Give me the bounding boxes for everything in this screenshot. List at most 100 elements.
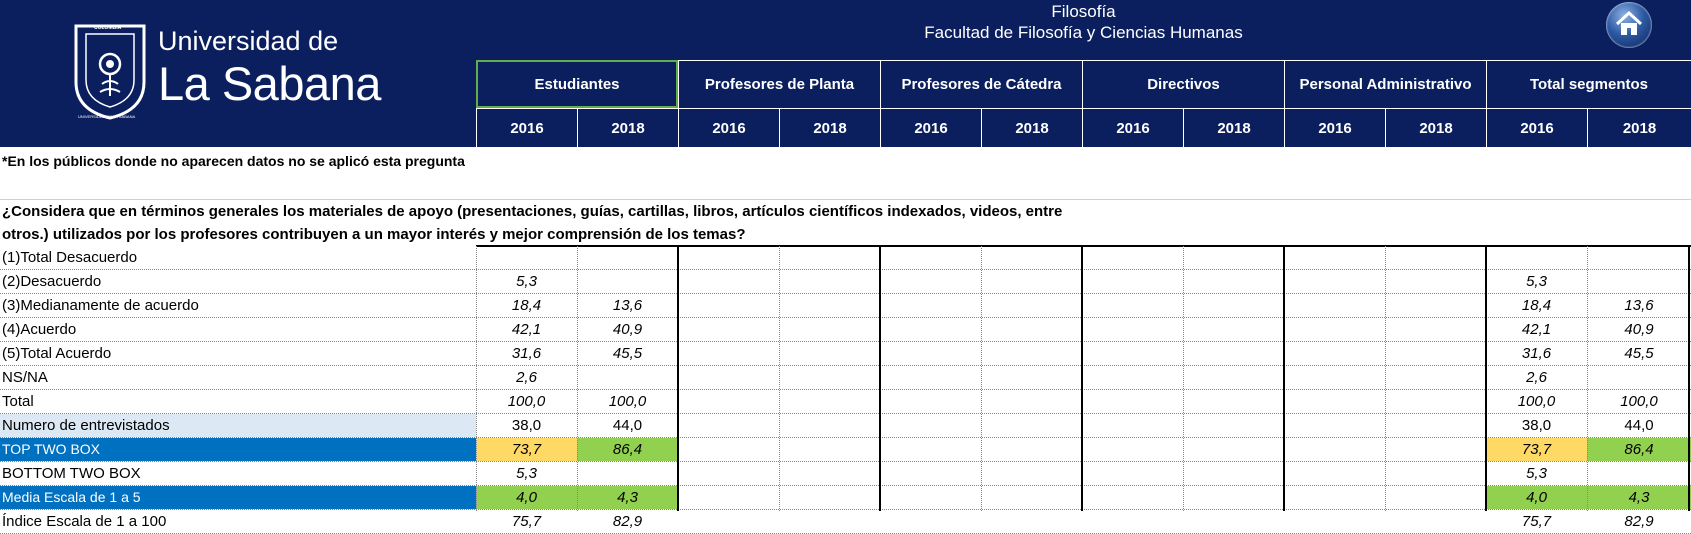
value-cell-est18[interactable] bbox=[577, 462, 678, 485]
value-cell-tot16[interactable]: 38,0 bbox=[1486, 414, 1587, 437]
value-cell-est18[interactable]: 45,5 bbox=[577, 342, 678, 365]
value-cell-est16[interactable]: 73,7 bbox=[476, 438, 577, 461]
value-cell-est18[interactable]: 4,3 bbox=[577, 486, 678, 509]
year-header-cell[interactable]: 2018 bbox=[981, 108, 1082, 147]
year-header-cell[interactable]: 2016 bbox=[880, 108, 981, 147]
question-line-2: otros.) utilizados por los profesores co… bbox=[2, 226, 746, 243]
row-label[interactable]: (1)Total Desacuerdo bbox=[0, 246, 476, 269]
value-cell-est18[interactable]: 13,6 bbox=[577, 294, 678, 317]
year-header-cell[interactable]: 2016 bbox=[1284, 108, 1385, 147]
value-cell-tot16[interactable]: 73,7 bbox=[1486, 438, 1587, 461]
value-cell-tot18[interactable]: 86,4 bbox=[1587, 438, 1691, 461]
question-text: ¿Considera que en términos generales los… bbox=[2, 200, 1122, 246]
value-cell-est16[interactable]: 4,0 bbox=[476, 486, 577, 509]
table-row: (1)Total Desacuerdo bbox=[0, 246, 1691, 270]
value-cell-tot16[interactable]: 31,6 bbox=[1486, 342, 1587, 365]
value-cell-est16[interactable] bbox=[476, 246, 577, 269]
value-cell-est16[interactable]: 18,4 bbox=[476, 294, 577, 317]
year-header-cell[interactable]: 2016 bbox=[1486, 108, 1587, 147]
logo-line-2: La Sabana bbox=[158, 57, 381, 110]
year-header-cell[interactable]: 2018 bbox=[779, 108, 880, 147]
value-cell-est16[interactable]: 42,1 bbox=[476, 318, 577, 341]
row-label[interactable]: Numero de entrevistados bbox=[0, 414, 476, 437]
row-label[interactable]: BOTTOM TWO BOX bbox=[0, 462, 476, 485]
value-cell-tot16[interactable]: 100,0 bbox=[1486, 390, 1587, 413]
value-cell-est18[interactable] bbox=[577, 366, 678, 389]
value-cell-est18[interactable] bbox=[577, 246, 678, 269]
segment-label: Personal Administrativo bbox=[1299, 76, 1472, 93]
year-header-cell[interactable]: 2016 bbox=[678, 108, 779, 147]
logo-country: COLOMBIA bbox=[94, 25, 122, 31]
segment-estudiantes[interactable]: Estudiantes bbox=[476, 60, 678, 108]
segment-profesores-planta[interactable]: Profesores de Planta bbox=[678, 60, 880, 108]
value-cell-tot18[interactable]: 45,5 bbox=[1587, 342, 1691, 365]
value-cell-tot18[interactable] bbox=[1587, 270, 1691, 293]
value-cell-est18[interactable]: 82,9 bbox=[577, 510, 678, 533]
value-cell-tot18[interactable]: 4,3 bbox=[1587, 486, 1691, 509]
column-divider bbox=[577, 246, 578, 511]
year-header-cell[interactable]: 2018 bbox=[1587, 108, 1691, 147]
column-divider bbox=[1688, 246, 1690, 511]
value-cell-tot16[interactable]: 2,6 bbox=[1486, 366, 1587, 389]
program-title: Filosofía bbox=[1051, 2, 1116, 21]
university-logo: COLOMBIA UNIVERSIDAD DE LA SABANA Univer… bbox=[72, 22, 384, 122]
value-cell-tot18[interactable]: 82,9 bbox=[1587, 510, 1691, 533]
table-row: Total 100,0 100,0 100,0 100,0 bbox=[0, 390, 1691, 414]
value-cell-est16[interactable]: 100,0 bbox=[476, 390, 577, 413]
value-cell-tot16[interactable]: 4,0 bbox=[1486, 486, 1587, 509]
row-label[interactable]: NS/NA bbox=[0, 366, 476, 389]
year-header-cell[interactable]: 2018 bbox=[1183, 108, 1284, 147]
value-cell-tot18[interactable] bbox=[1587, 246, 1691, 269]
value-cell-est18[interactable]: 86,4 bbox=[577, 438, 678, 461]
value-cell-tot16[interactable]: 75,7 bbox=[1486, 510, 1587, 533]
year-header-cell[interactable]: 2018 bbox=[577, 108, 678, 147]
value-cell-tot18[interactable]: 40,9 bbox=[1587, 318, 1691, 341]
value-cell-tot16[interactable] bbox=[1486, 246, 1587, 269]
row-label[interactable]: (4)Acuerdo bbox=[0, 318, 476, 341]
value-cell-tot18[interactable]: 100,0 bbox=[1587, 390, 1691, 413]
year-header-cell[interactable]: 2018 bbox=[1385, 108, 1486, 147]
column-divider bbox=[1183, 246, 1184, 511]
value-cell-tot16[interactable]: 18,4 bbox=[1486, 294, 1587, 317]
value-cell-est18[interactable]: 100,0 bbox=[577, 390, 678, 413]
value-cell-tot16[interactable]: 5,3 bbox=[1486, 462, 1587, 485]
value-cell-tot16[interactable]: 5,3 bbox=[1486, 270, 1587, 293]
column-divider bbox=[1587, 246, 1588, 511]
value-cell-est16[interactable]: 2,6 bbox=[476, 366, 577, 389]
year-header-cell[interactable]: 2016 bbox=[476, 108, 577, 147]
table-row: TOP TWO BOX 73,7 86,4 73,7 86,4 bbox=[0, 438, 1691, 462]
table-row: Índice Escala de 1 a 100 75,7 82,9 75,7 82,9 bbox=[0, 510, 1691, 534]
value-cell-est16[interactable]: 5,3 bbox=[476, 270, 577, 293]
row-label[interactable]: Total bbox=[0, 390, 476, 413]
value-cell-est16[interactable]: 31,6 bbox=[476, 342, 577, 365]
value-cell-tot18[interactable] bbox=[1587, 462, 1691, 485]
segment-label: Directivos bbox=[1147, 76, 1220, 93]
segment-label: Profesores de Cátedra bbox=[901, 76, 1062, 93]
value-cell-tot18[interactable] bbox=[1587, 366, 1691, 389]
year-header-cell[interactable]: 2016 bbox=[1082, 108, 1183, 147]
segment-total[interactable]: Total segmentos bbox=[1486, 60, 1691, 108]
segment-directivos[interactable]: Directivos bbox=[1082, 60, 1284, 108]
value-cell-est16[interactable]: 5,3 bbox=[476, 462, 577, 485]
row-label[interactable]: Índice Escala de 1 a 100 bbox=[0, 510, 476, 533]
value-cell-est16[interactable]: 75,7 bbox=[476, 510, 577, 533]
table-row: (4)Acuerdo 42,1 40,9 42,1 40,9 bbox=[0, 318, 1691, 342]
table-row: Numero de entrevistados 38,0 44,0 38,0 44,0 bbox=[0, 414, 1691, 438]
value-cell-tot18[interactable]: 44,0 bbox=[1587, 414, 1691, 437]
row-label[interactable]: Media Escala de 1 a 5 bbox=[0, 486, 476, 509]
segment-profesores-catedra[interactable]: Profesores de Cátedra bbox=[880, 60, 1082, 108]
value-cell-est18[interactable]: 40,9 bbox=[577, 318, 678, 341]
row-label[interactable]: (2)Desacuerdo bbox=[0, 270, 476, 293]
row-label[interactable]: TOP TWO BOX bbox=[0, 438, 476, 461]
value-cell-tot18[interactable]: 13,6 bbox=[1587, 294, 1691, 317]
row-label[interactable]: (5)Total Acuerdo bbox=[0, 342, 476, 365]
segment-personal-administrativo[interactable]: Personal Administrativo bbox=[1284, 60, 1486, 108]
row-label[interactable]: (3)Medianamente de acuerdo bbox=[0, 294, 476, 317]
results-table: (1)Total Desacuerdo (2)Desacuerdo 5,3 5,3 (3… bbox=[0, 246, 1691, 534]
home-button[interactable] bbox=[1606, 2, 1652, 48]
value-cell-est18[interactable]: 44,0 bbox=[577, 414, 678, 437]
value-cell-tot16[interactable]: 42,1 bbox=[1486, 318, 1587, 341]
value-cell-est16[interactable]: 38,0 bbox=[476, 414, 577, 437]
value-cell-est18[interactable] bbox=[577, 270, 678, 293]
segment-label: Total segmentos bbox=[1529, 76, 1649, 93]
